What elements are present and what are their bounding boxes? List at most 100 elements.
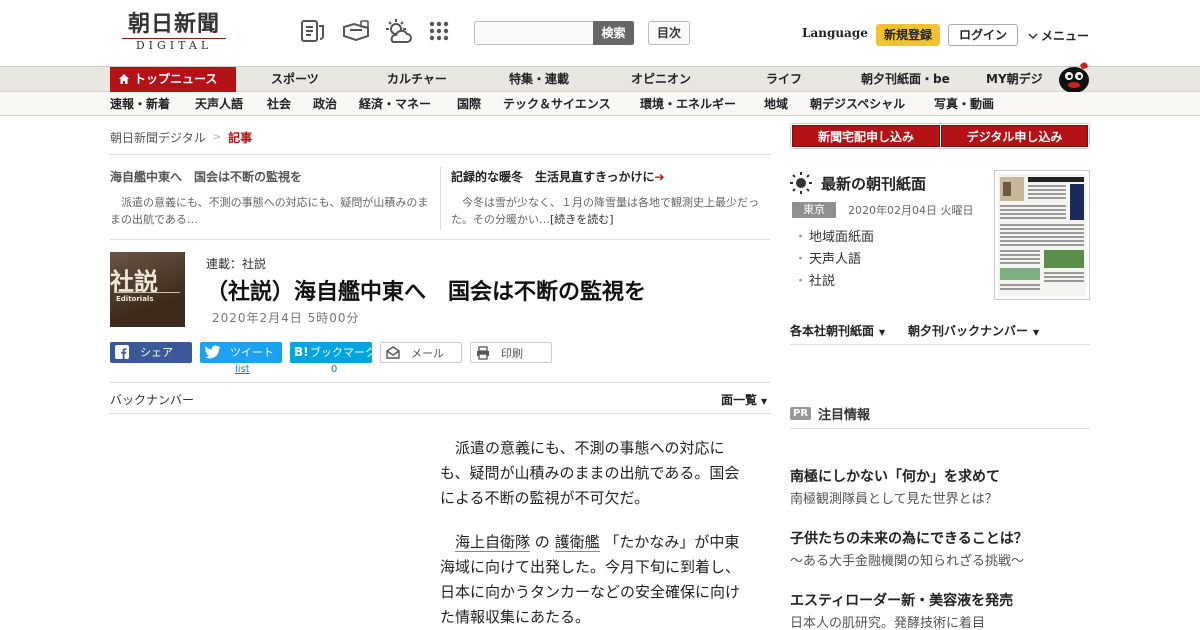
hatena-bookmark-label: ブックマーク <box>310 346 376 359</box>
paper-link-editorial[interactable]: 社説 <box>794 271 874 293</box>
nav-culture[interactable]: カルチャー <box>387 67 447 92</box>
article-body: 派遣の意義にも、不測の事態への対応にも、疑問が山積みのままの出航である。国会によ… <box>440 436 750 630</box>
login-button[interactable]: ログイン <box>948 24 1018 46</box>
paper-link-tenseijingo[interactable]: 天声人語 <box>794 249 874 271</box>
nav2-region[interactable]: 地域 <box>764 92 788 115</box>
nav2-economy[interactable]: 経済・マネー <box>359 92 431 115</box>
ad-subtitle[interactable]: 南極観測隊員として見た世界とは？ <box>790 488 998 507</box>
pr-section-header: PR 注目情報 <box>790 404 870 423</box>
primary-nav: トップニュース スポーツ カルチャー 特集・連載 オピニオン ライフ 朝夕刊紙面… <box>0 66 1200 92</box>
breadcrumb-separator: > <box>212 132 222 143</box>
menu-button[interactable]: メニュー <box>1028 27 1089 44</box>
twitter-share-label: ツイート <box>230 346 274 359</box>
mail-share-button[interactable]: メール <box>380 342 462 363</box>
handshake-icon[interactable] <box>342 18 369 46</box>
print-icon <box>477 346 489 360</box>
pr-title: 注目情報 <box>818 408 871 423</box>
nav-papers[interactable]: 朝夕刊紙面・be <box>861 67 950 92</box>
nav2-international[interactable]: 国際 <box>457 92 481 115</box>
logo-sub: DIGITAL <box>122 38 226 53</box>
divider <box>110 239 770 240</box>
news-icon[interactable] <box>300 18 326 46</box>
mascot-icon[interactable] <box>1052 56 1092 94</box>
nav2-tenseijingo[interactable]: 天声人語 <box>195 92 243 115</box>
article-paragraph: 派遣の意義にも、不測の事態への対応にも、疑問が山積みのままの出航である。国会によ… <box>440 439 740 507</box>
nav2-photo-video[interactable]: 写真・動画 <box>934 92 994 115</box>
twitter-count[interactable]: list <box>235 364 250 375</box>
nav2-tech-science[interactable]: テック＆サイエンス <box>503 92 611 115</box>
newspaper-thumbnail[interactable] <box>994 170 1090 300</box>
digital-subscribe-button[interactable]: デジタル申し込み <box>941 125 1088 147</box>
home-delivery-button[interactable]: 新聞宅配申し込み <box>792 125 940 147</box>
sun-icon <box>790 172 812 194</box>
related-article-next[interactable]: 記録的な暖冬 生活見直すきっかけに➔ 今冬は雪が少なく、１月の降雪量は各地で観測… <box>451 168 771 228</box>
article-title: （社説）海自艦中東へ 国会は不断の監視を <box>206 279 647 305</box>
twitter-share-button[interactable]: ツイート <box>200 342 282 363</box>
thumbnail-en: Editorials <box>116 295 154 303</box>
link-destroyer[interactable]: 護衛艦 <box>554 533 600 552</box>
backnumber-link[interactable]: バックナンバー <box>110 391 194 408</box>
breadcrumb-current: 記事 <box>228 131 253 145</box>
language-link[interactable]: Language <box>802 26 868 40</box>
nav-features[interactable]: 特集・連載 <box>509 67 569 92</box>
newspaper-image <box>998 174 1086 296</box>
page: 朝日新聞 DIGITAL 検索 目次 Language 新規登録 ログイン メニ… <box>0 0 1200 630</box>
article-paragraph: 海上自衛隊 の 護衛艦 「たかなみ」が中東海域に向けて出発した。今月下旬に到着し… <box>440 530 750 630</box>
ad-title[interactable]: エスティローダー新・美容液を発売 <box>790 590 1013 610</box>
related-title-text: 記録的な暖冬 生活見直すきっかけに <box>451 170 655 184</box>
divider <box>110 413 770 414</box>
series-label[interactable]: 連載：社説 <box>206 255 266 272</box>
twitter-icon <box>205 345 221 359</box>
nav2-politics[interactable]: 政治 <box>313 92 337 115</box>
paper-link-regional[interactable]: 地域面紙面 <box>794 227 874 249</box>
search-button[interactable]: 検索 <box>593 21 634 45</box>
related-title: 記録的な暖冬 生活見直すきっかけに➔ <box>451 168 771 185</box>
ad-subtitle[interactable]: ～ある大手金融機関の知られざる挑戦～ <box>790 550 1024 569</box>
site-logo[interactable]: 朝日新聞 DIGITAL <box>116 12 232 54</box>
nav-sports[interactable]: スポーツ <box>271 67 319 92</box>
regional-papers-dropdown[interactable]: 各本社朝刊紙面 ▼ <box>790 322 885 339</box>
mail-icon <box>386 346 400 359</box>
nav-my-asahi[interactable]: MY朝デジ <box>986 67 1043 92</box>
ad-subtitle[interactable]: 日本人の肌研究。発酵技術に着目 <box>790 612 985 630</box>
facebook-share-button[interactable]: シェア <box>110 342 192 363</box>
text-particle: の <box>530 533 555 551</box>
link-msdf[interactable]: 海上自衛隊 <box>455 533 531 552</box>
breadcrumb-home[interactable]: 朝日新聞デジタル <box>110 129 206 146</box>
nav-top-news[interactable]: トップニュース <box>110 67 236 92</box>
hatena-bookmark-button[interactable]: B! ブックマーク <box>290 342 376 363</box>
related-article-prev[interactable]: 海自艦中東へ 国会は不断の監視を 派遣の意義にも、不測の事態への対応にも、疑問が… <box>110 168 430 228</box>
page-list-dropdown[interactable]: 面一覧 ▼ <box>721 391 767 408</box>
dropdown-label: 各本社朝刊紙面 <box>790 324 875 338</box>
morning-paper-title: 最新の朝刊紙面 <box>821 175 927 193</box>
read-more-link[interactable]: [続きを読む] <box>550 213 614 226</box>
nav-life[interactable]: ライフ <box>766 67 802 92</box>
nav2-latest[interactable]: 速報・新着 <box>110 92 170 115</box>
toc-button[interactable]: 目次 <box>648 21 690 45</box>
menu-label: メニュー <box>1041 29 1090 43</box>
nav2-special[interactable]: 朝デジスペシャル <box>810 92 905 115</box>
nav2-environment[interactable]: 環境・エネルギー <box>640 92 736 115</box>
signup-button[interactable]: 新規登録 <box>876 24 940 46</box>
backnumber-dropdown[interactable]: 朝夕刊バックナンバー ▼ <box>908 322 1039 339</box>
ad-title[interactable]: 南極にしかない「何か」を求めて <box>790 466 1000 486</box>
facebook-share-label: シェア <box>140 346 173 359</box>
caret-down-icon: ▼ <box>761 397 768 406</box>
chevron-down-icon <box>1028 33 1038 39</box>
caret-down-icon: ▼ <box>879 328 886 337</box>
divider <box>110 154 770 155</box>
grid-icon[interactable] <box>426 18 452 46</box>
caret-down-icon: ▼ <box>1033 328 1040 337</box>
nav2-society[interactable]: 社会 <box>267 92 291 115</box>
mail-share-label: メール <box>411 347 444 360</box>
paper-links: 地域面紙面 天声人語 社説 <box>794 227 874 293</box>
weather-icon[interactable] <box>384 18 412 46</box>
divider <box>110 382 770 383</box>
header-icons <box>300 18 452 46</box>
home-icon <box>119 74 129 84</box>
print-button[interactable]: 印刷 <box>470 342 552 363</box>
nav-opinion[interactable]: オピニオン <box>631 67 691 92</box>
ad-title[interactable]: 子供たちの未来の為にできることは？ <box>790 528 1028 548</box>
related-text: 今冬は雪が少なく、１月の降雪量は各地で観測史上最少だった。その分暖かい…[続きを… <box>451 194 771 228</box>
thumbnail-rule <box>114 292 180 293</box>
